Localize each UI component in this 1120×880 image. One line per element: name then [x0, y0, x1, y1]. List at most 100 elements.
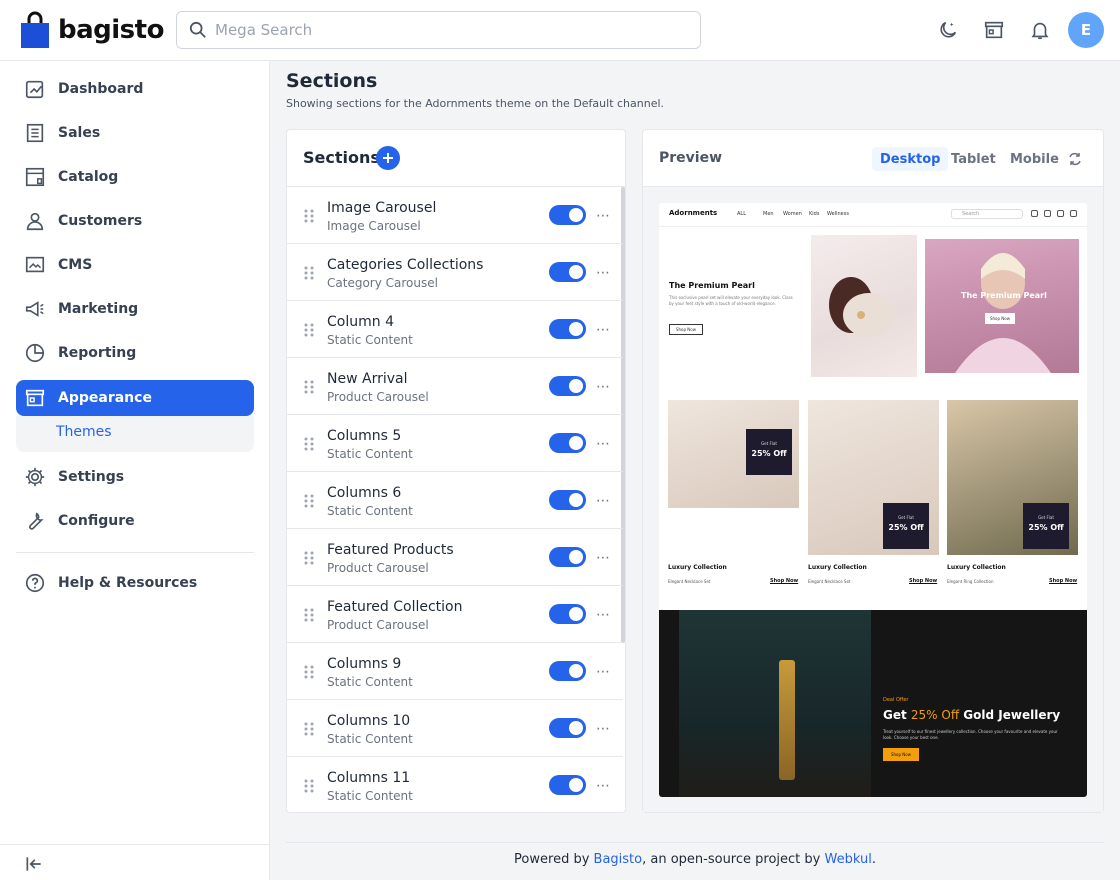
preview-card-sub: Elegant Necklace Set: [808, 579, 851, 584]
section-type: Static Content: [327, 732, 413, 746]
more-options-icon[interactable]: ⋯: [596, 494, 610, 508]
pie-chart-icon: [25, 343, 45, 363]
sidebar-item-sales[interactable]: Sales: [16, 115, 254, 151]
drag-handle-icon[interactable]: [304, 494, 314, 508]
sidebar-subitem-themes[interactable]: Themes: [16, 416, 254, 452]
more-options-icon[interactable]: ⋯: [596, 209, 610, 223]
mega-search[interactable]: [176, 11, 701, 49]
add-section-button[interactable]: [376, 146, 400, 170]
dark-mode-icon[interactable]: [936, 18, 960, 42]
section-row[interactable]: Columns 6 Static Content ⋯: [287, 472, 623, 529]
section-row[interactable]: Columns 5 Static Content ⋯: [287, 415, 623, 472]
section-toggle[interactable]: [549, 718, 586, 738]
help-icon: [25, 573, 45, 593]
drag-handle-icon[interactable]: [304, 266, 314, 280]
section-row[interactable]: Categories Collections Category Carousel ⋯: [287, 244, 623, 301]
preview-menu-item: ALL: [737, 211, 746, 217]
sections-title: Sections: [303, 148, 380, 167]
section-toggle[interactable]: [549, 604, 586, 624]
section-name: Columns 6: [327, 485, 402, 501]
sidebar-item-label: Reporting: [58, 345, 137, 361]
drag-handle-icon[interactable]: [304, 437, 314, 451]
drag-handle-icon[interactable]: [304, 380, 314, 394]
bagisto-link[interactable]: Bagisto: [594, 852, 643, 867]
storefront-icon[interactable]: [982, 18, 1006, 42]
tab-mobile[interactable]: Mobile: [1002, 147, 1067, 171]
preview-card-title: Luxury Collection: [947, 564, 1006, 571]
sidebar-item-appearance[interactable]: Appearance: [16, 380, 254, 416]
preview-search: Search: [951, 209, 1023, 219]
drag-handle-icon[interactable]: [304, 608, 314, 622]
section-row[interactable]: New Arrival Product Carousel ⋯: [287, 358, 623, 415]
drag-handle-icon[interactable]: [304, 722, 314, 736]
search-icon: [189, 21, 206, 38]
notification-bell-icon[interactable]: [1028, 18, 1052, 42]
tab-tablet[interactable]: Tablet: [943, 147, 1004, 171]
section-type: Static Content: [327, 333, 413, 347]
preview-panel: Preview Desktop Tablet Mobile Adornments…: [642, 129, 1104, 813]
section-row[interactable]: Columns 11 Static Content ⋯: [287, 757, 623, 812]
sidebar-item-dashboard[interactable]: Dashboard: [16, 71, 254, 107]
more-options-icon[interactable]: ⋯: [596, 665, 610, 679]
section-toggle[interactable]: [549, 319, 586, 339]
preview-promo-banner: Deal Offer Get 25% Off Gold Jewellery Tr…: [659, 610, 1087, 797]
drag-handle-icon[interactable]: [304, 323, 314, 337]
sidebar-item-settings[interactable]: Settings: [16, 459, 254, 495]
section-row[interactable]: Featured Products Product Carousel ⋯: [287, 529, 623, 586]
section-name: Columns 11: [327, 770, 411, 786]
more-options-icon[interactable]: ⋯: [596, 779, 610, 793]
preview-banner-body: Treat yourself to our finest jewellery c…: [883, 729, 1058, 740]
plus-icon: [383, 153, 393, 163]
sidebar-item-label: Dashboard: [58, 81, 144, 97]
section-row[interactable]: Columns 9 Static Content ⋯: [287, 643, 623, 700]
section-toggle[interactable]: [549, 205, 586, 225]
sidebar-item-reporting[interactable]: Reporting: [16, 335, 254, 371]
sidebar-item-customers[interactable]: Customers: [16, 203, 254, 239]
preview-banner-button: Shop Now: [883, 748, 919, 761]
section-name: Image Carousel: [327, 200, 437, 216]
section-row[interactable]: Columns 10 Static Content ⋯: [287, 700, 623, 757]
sidebar-item-label: Customers: [58, 213, 143, 229]
sidebar-item-help[interactable]: Help & Resources: [16, 565, 254, 601]
more-options-icon[interactable]: ⋯: [596, 608, 610, 622]
more-options-icon[interactable]: ⋯: [596, 323, 610, 337]
search-input[interactable]: [215, 21, 615, 39]
user-avatar[interactable]: E: [1068, 12, 1104, 48]
drag-handle-icon[interactable]: [304, 779, 314, 793]
megaphone-icon: [25, 301, 44, 317]
more-options-icon[interactable]: ⋯: [596, 551, 610, 565]
more-options-icon[interactable]: ⋯: [596, 437, 610, 451]
tab-desktop[interactable]: Desktop: [872, 147, 949, 171]
more-options-icon[interactable]: ⋯: [596, 266, 610, 280]
sidebar-item-marketing[interactable]: Marketing: [16, 291, 254, 327]
section-toggle[interactable]: [549, 661, 586, 681]
sidebar-item-catalog[interactable]: Catalog: [16, 159, 254, 195]
section-toggle[interactable]: [549, 262, 586, 282]
section-name: Column 4: [327, 314, 394, 330]
more-options-icon[interactable]: ⋯: [596, 722, 610, 736]
collapse-sidebar-icon[interactable]: [23, 853, 45, 875]
sidebar-item-configure[interactable]: Configure: [16, 503, 254, 539]
drag-handle-icon[interactable]: [304, 551, 314, 565]
preview-body: Adornments ALL Men Women Kids Wellness S…: [643, 187, 1103, 812]
sidebar-subitem-label: Themes: [56, 424, 112, 440]
drag-handle-icon[interactable]: [304, 665, 314, 679]
preview-logo: Adornments: [669, 209, 718, 217]
section-toggle[interactable]: [549, 775, 586, 795]
preview-banner-image: [679, 610, 871, 797]
section-toggle[interactable]: [549, 490, 586, 510]
bagisto-logo[interactable]: bagisto: [20, 11, 164, 49]
sidebar-item-cms[interactable]: CMS: [16, 247, 254, 283]
webkul-link[interactable]: Webkul: [824, 852, 871, 867]
section-row[interactable]: Image Carousel Image Carousel ⋯: [287, 187, 623, 244]
refresh-icon[interactable]: [1067, 151, 1083, 167]
section-row[interactable]: Column 4 Static Content ⋯: [287, 301, 623, 358]
section-toggle[interactable]: [549, 547, 586, 567]
sidebar-item-label: Appearance: [58, 390, 152, 406]
more-options-icon[interactable]: ⋯: [596, 380, 610, 394]
section-toggle[interactable]: [549, 376, 586, 396]
section-row[interactable]: Featured Collection Product Carousel ⋯: [287, 586, 623, 643]
section-toggle[interactable]: [549, 433, 586, 453]
drag-handle-icon[interactable]: [304, 209, 314, 223]
cms-icon: [25, 256, 45, 273]
